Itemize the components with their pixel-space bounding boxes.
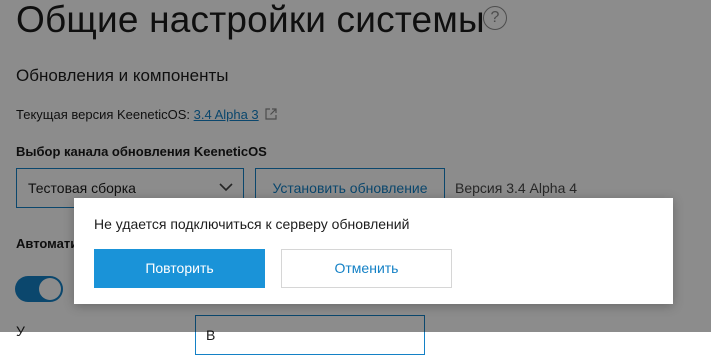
update-error-dialog: Не удается подключиться к серверу обновл… (74, 198, 673, 304)
dialog-message: Не удается подключиться к серверу обновл… (94, 216, 410, 232)
retry-button[interactable]: Повторить (94, 249, 265, 288)
cancel-button[interactable]: Отменить (281, 249, 452, 288)
